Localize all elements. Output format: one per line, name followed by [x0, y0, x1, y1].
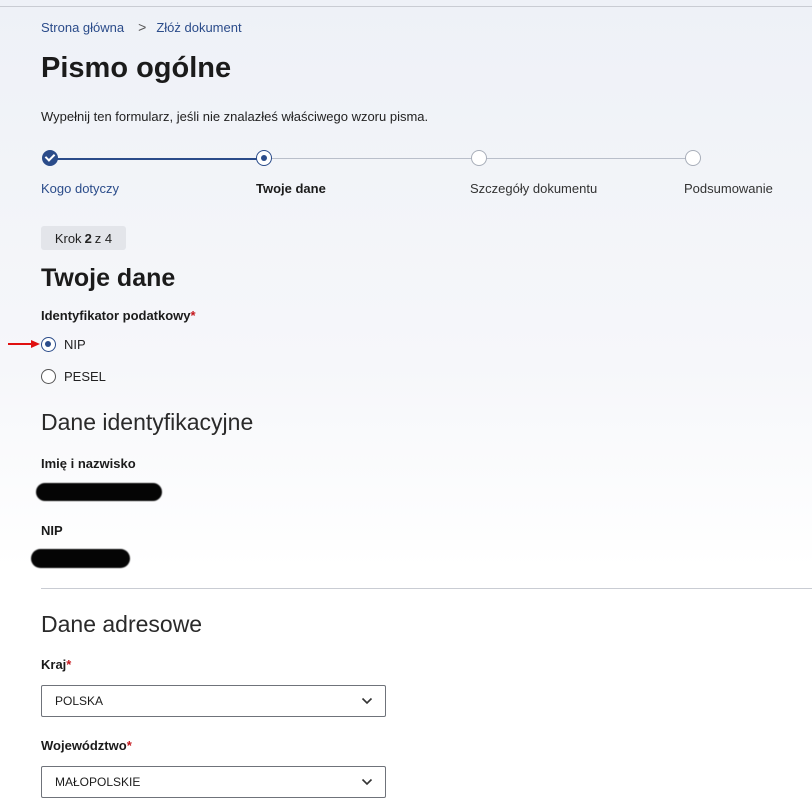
step-2-label: Twoje dane — [256, 181, 326, 196]
voivodeship-label-text: Województwo — [41, 738, 127, 753]
voivodeship-label: Województwo* — [41, 738, 132, 753]
page-subtitle: Wypełnij ten formularz, jeśli nie znalaz… — [41, 109, 429, 124]
step-4-label: Podsumowanie — [684, 181, 773, 196]
section-title: Twoje dane — [41, 264, 176, 292]
required-mark: * — [126, 738, 132, 753]
step-counter-badge: Krok 2 z 4 — [41, 226, 126, 250]
step-counter-total: 4 — [104, 230, 113, 246]
country-select-value: POLSKA — [55, 694, 104, 708]
address-title: Dane adresowe — [41, 611, 203, 637]
radio-pesel-icon[interactable] — [41, 369, 56, 384]
top-border — [0, 6, 812, 7]
name-label: Imię i nazwisko — [41, 456, 136, 471]
identification-title: Dane identyfikacyjne — [41, 409, 254, 435]
voivodeship-select-value: MAŁOPOLSKIE — [55, 775, 141, 789]
tax-id-label: Identyfikator podatkowy* — [41, 308, 196, 323]
step-1-link[interactable]: Kogo dotyczy — [41, 181, 119, 196]
breadcrumb-separator-icon: > — [138, 19, 147, 35]
radio-option-pesel[interactable]: PESEL — [41, 369, 106, 384]
step-counter-current: 2 — [84, 230, 92, 246]
nip-label: NIP — [41, 523, 63, 538]
redacted-name — [36, 483, 162, 501]
country-label: Kraj* — [41, 657, 71, 672]
stepper-line-completed — [50, 158, 264, 160]
radio-nip-checked-icon[interactable] — [41, 337, 56, 352]
country-label-text: Kraj — [41, 657, 67, 672]
annotation-arrow-icon — [8, 340, 40, 348]
breadcrumb: Strona główna > Złóż dokument — [41, 19, 242, 35]
step-3-empty-icon — [471, 150, 487, 166]
radio-nip-label[interactable]: NIP — [64, 337, 86, 352]
redacted-nip — [31, 549, 130, 568]
country-select[interactable]: POLSKA — [41, 685, 386, 717]
step-3-label: Szczegóły dokumentu — [470, 181, 598, 196]
step-counter-middle: z — [94, 230, 102, 246]
step-counter-prefix: Krok — [54, 230, 82, 246]
required-mark: * — [66, 657, 72, 672]
breadcrumb-current-link[interactable]: Złóż dokument — [156, 20, 241, 35]
radio-pesel-label[interactable]: PESEL — [64, 369, 106, 384]
radio-option-nip[interactable]: NIP — [41, 337, 86, 352]
chevron-down-icon — [361, 697, 373, 705]
chevron-down-icon — [361, 778, 373, 786]
section-divider — [41, 588, 812, 589]
step-4-empty-icon — [685, 150, 701, 166]
voivodeship-select[interactable]: MAŁOPOLSKIE — [41, 766, 386, 798]
page-title: Pismo ogólne — [41, 52, 232, 84]
breadcrumb-home-link[interactable]: Strona główna — [41, 20, 124, 35]
step-1-check-icon — [42, 150, 58, 166]
tax-id-label-text: Identyfikator podatkowy — [41, 308, 191, 323]
required-mark: * — [190, 308, 196, 323]
step-2-current-icon — [256, 150, 272, 166]
